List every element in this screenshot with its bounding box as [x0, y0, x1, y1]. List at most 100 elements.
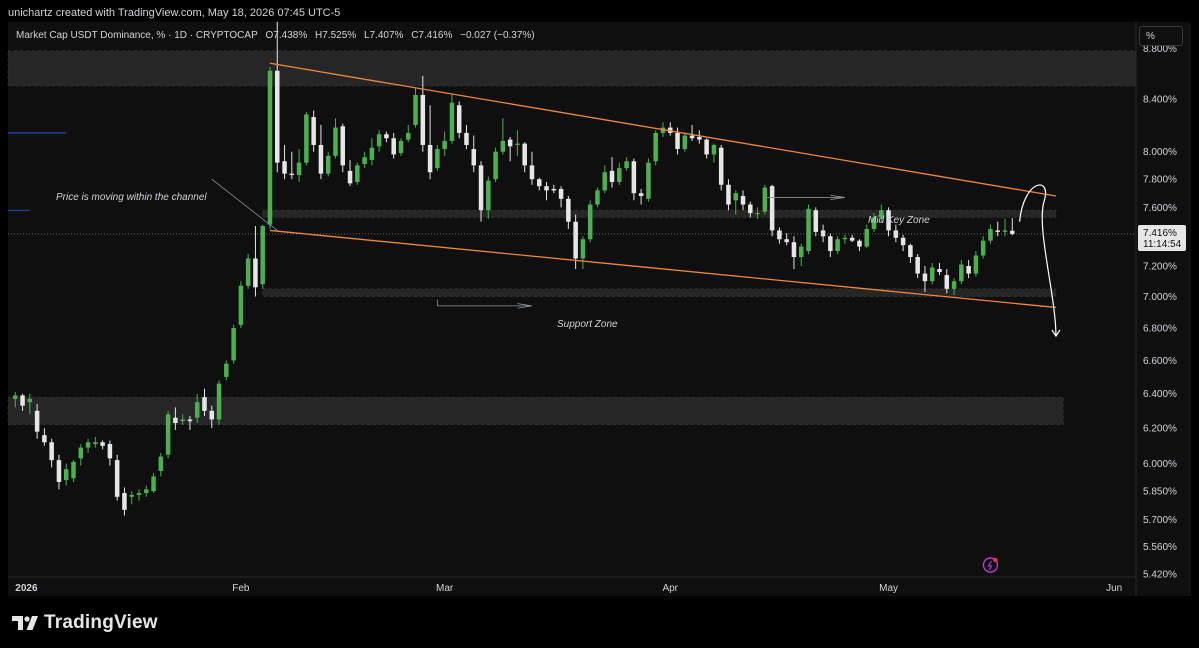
channel-annotation-arrow — [211, 178, 278, 231]
legend-low: L7.407% — [363, 30, 404, 41]
percent-scale-button[interactable]: % — [1139, 26, 1183, 46]
candle-body — [646, 162, 651, 199]
y-tick-label: 6.000% — [1143, 459, 1177, 470]
candle-body — [617, 168, 622, 182]
candle-body — [791, 242, 797, 258]
y-tick-label: 8.000% — [1143, 147, 1177, 158]
candle-body — [253, 258, 258, 288]
projection-curve — [1018, 184, 1057, 336]
candle-body — [893, 230, 899, 238]
candle-body — [282, 161, 287, 174]
candle-body — [413, 94, 418, 125]
candle-body — [173, 417, 178, 423]
candle-body — [144, 489, 149, 494]
candle-body — [609, 170, 615, 182]
candle-body — [304, 114, 309, 163]
candle-body — [529, 165, 535, 180]
candle-body — [718, 147, 724, 185]
candle-body — [1010, 230, 1015, 234]
candle-body — [209, 410, 215, 420]
candle-body — [624, 161, 629, 169]
candle-body — [158, 456, 164, 471]
candle-body — [420, 94, 426, 145]
candle-body — [551, 188, 557, 191]
candle-body — [580, 239, 586, 259]
candle-body — [675, 132, 680, 150]
candle-body — [245, 258, 251, 286]
candle-body — [682, 135, 688, 150]
candles — [13, 21, 1015, 516]
candle-body — [362, 157, 367, 165]
y-tick-label: 6.400% — [1143, 389, 1177, 400]
candle-body — [384, 134, 389, 139]
candle-body — [726, 184, 731, 205]
candle-body — [333, 127, 338, 156]
candle-body — [820, 230, 826, 237]
time-axis: 2026 Feb Mar Apr May Jun — [8, 576, 1136, 594]
symbol-legend[interactable]: Market Cap USDT Dominance, % · 1D · CRYP… — [16, 30, 540, 41]
candle-body — [71, 461, 76, 479]
candle-body — [42, 435, 47, 443]
candle-body — [536, 179, 542, 187]
x-tick-label: 2026 — [15, 583, 38, 594]
candle-body — [493, 151, 498, 180]
candle-body — [929, 267, 935, 282]
candle-body — [937, 269, 942, 273]
candle-body — [13, 395, 18, 399]
candle-body — [813, 210, 819, 232]
candle-body — [122, 493, 127, 510]
mid-key-arrow — [764, 194, 845, 200]
x-tick-label: Apr — [662, 583, 678, 594]
candle-body — [951, 281, 957, 289]
candle-body — [704, 139, 709, 155]
tradingview-logo[interactable]: TradingView — [12, 612, 158, 634]
candle-body — [34, 410, 40, 432]
x-tick-label: May — [879, 583, 898, 594]
y-tick-label: 7.600% — [1143, 203, 1177, 214]
y-tick-label: 8.400% — [1143, 94, 1177, 105]
candle-body — [85, 442, 91, 448]
candle-body — [507, 139, 513, 147]
candle-body — [784, 239, 789, 243]
alert-icon-bolt — [987, 560, 993, 571]
candle-body — [944, 275, 950, 289]
candle-body — [980, 240, 986, 256]
y-tick-label: 5.560% — [1143, 542, 1177, 553]
candle-body — [391, 138, 396, 155]
candle-body — [653, 132, 658, 162]
candle-body — [522, 143, 527, 166]
candle-body — [224, 363, 229, 377]
y-tick-label: 6.600% — [1143, 356, 1177, 367]
candle-body — [187, 419, 193, 422]
candle-body — [398, 140, 404, 154]
candle-body — [573, 221, 578, 259]
candle-body — [238, 285, 244, 325]
candle-body — [762, 187, 768, 212]
candle-body — [93, 442, 98, 445]
y-tick-label: 5.420% — [1143, 569, 1177, 580]
alert-icon-dot — [993, 557, 998, 563]
x-tick-label: Feb — [232, 583, 250, 594]
y-tick-label: 7.200% — [1143, 262, 1177, 273]
candle-body — [908, 245, 913, 258]
candle-body — [449, 102, 455, 141]
candle-body — [464, 132, 469, 145]
support-zone-annotation: Support Zone — [557, 319, 618, 330]
candle-body — [296, 162, 302, 176]
candle-body — [857, 240, 862, 247]
candle-body — [231, 327, 236, 361]
y-tick-label: 7.000% — [1143, 292, 1177, 303]
candle-body — [78, 447, 84, 459]
candle-body — [486, 180, 491, 211]
candle-body — [267, 70, 273, 225]
price-axis: 8.800%8.400%8.000%7.800%7.600%7.400%7.20… — [1135, 22, 1186, 596]
tradingview-brand: TradingView — [44, 612, 158, 633]
y-tick-label: 5.850% — [1143, 487, 1177, 498]
mid-key-zone-annotation: Mid Key Zone — [868, 215, 930, 226]
candle-body — [129, 494, 134, 497]
legend-change: −0.027 (−0.37%) — [460, 30, 535, 41]
candle-body — [966, 266, 971, 274]
candle-body — [922, 273, 928, 282]
candle-body — [63, 469, 69, 481]
candle-body — [842, 237, 848, 240]
